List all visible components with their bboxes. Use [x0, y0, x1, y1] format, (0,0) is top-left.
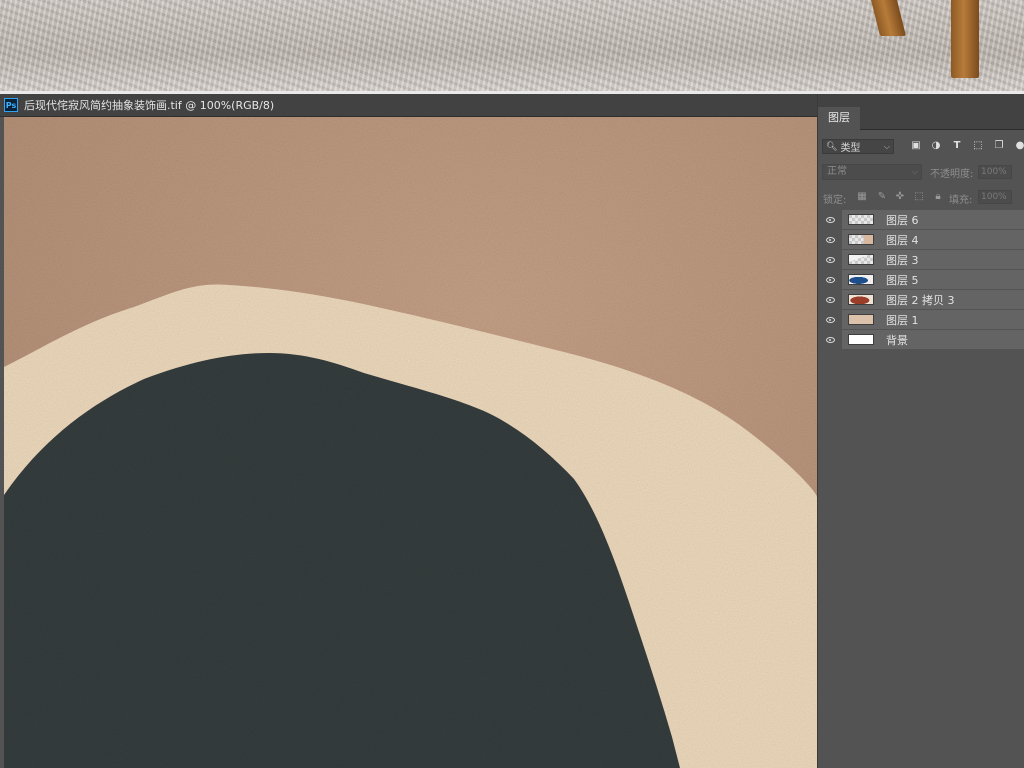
visibility-toggle[interactable] [818, 230, 842, 249]
fill-input[interactable]: 100% [978, 190, 1012, 204]
layer-thumbnail [848, 234, 874, 245]
type-filter-icon[interactable]: T [951, 140, 963, 152]
layer-thumbnail [848, 274, 874, 285]
layer-name: 背景 [886, 333, 908, 347]
visibility-toggle[interactable] [818, 250, 842, 269]
fill-label: 填充: [949, 195, 973, 206]
panel-tab-bar: 图层 [818, 107, 1024, 130]
layer-thumbnail [848, 214, 874, 225]
lock-transparent-icon[interactable]: ▦ [856, 191, 868, 203]
lock-label: 锁定: [823, 195, 847, 206]
blend-mode-select[interactable]: 正常 ⌵ [822, 164, 922, 180]
artwork [4, 117, 817, 768]
layer-thumbnail [848, 254, 874, 265]
panel-header [818, 94, 1024, 107]
lock-artboard-icon[interactable]: ⬚ [913, 191, 925, 203]
opacity-label: 不透明度: [930, 169, 974, 180]
image-filter-icon[interactable]: ▣ [910, 140, 922, 152]
layer-row[interactable]: 图层 2 拷贝 3 [818, 290, 1024, 309]
layer-row[interactable]: 图层 1 [818, 310, 1024, 329]
chevron-down-icon: ⌵ [883, 141, 890, 151]
eye-icon [825, 336, 835, 343]
chair-leg [951, 0, 979, 78]
lock-image-icon[interactable]: ✎ [876, 191, 888, 203]
visibility-toggle[interactable] [818, 290, 842, 309]
layer-row[interactable]: 图层 3 [818, 250, 1024, 269]
visibility-toggle[interactable] [818, 310, 842, 329]
eye-icon [825, 236, 835, 243]
visibility-toggle[interactable] [818, 330, 842, 349]
document-tab-bar: Ps 后现代侘寂风简约抽象装饰画.tif @ 100%(RGB/8) [0, 94, 817, 117]
layer-name: 图层 2 拷贝 3 [886, 293, 955, 307]
eye-icon [825, 216, 835, 223]
chair-leg [870, 0, 906, 36]
layer-name: 图层 5 [886, 273, 919, 287]
layers-panel: 图层 🔍︎ 类型 ⌵ ▣ ◑ T ⬚ ❐ ● 正常 ⌵ 不透明度: 100% 锁… [817, 94, 1024, 768]
layer-thumbnail [848, 294, 874, 305]
eye-icon [825, 296, 835, 303]
layer-thumbnail [848, 334, 874, 345]
visibility-toggle[interactable] [818, 210, 842, 229]
adjustment-filter-icon[interactable]: ◑ [930, 140, 942, 152]
layer-row[interactable]: 图层 6 [818, 210, 1024, 229]
layer-row[interactable]: 背景 [818, 330, 1024, 349]
layer-row[interactable]: 图层 4 [818, 230, 1024, 249]
layer-name: 图层 3 [886, 253, 919, 267]
layer-thumbnail [848, 314, 874, 325]
layer-row[interactable]: 图层 5 [818, 270, 1024, 289]
eye-icon [825, 276, 835, 283]
layer-list: 图层 6 图层 4 图层 3 图层 5 图层 2 拷贝 3 图层 1 背景 [818, 210, 1024, 350]
filter-kind-label: 类型 [840, 143, 861, 154]
preview-photo-carpet [0, 0, 1024, 91]
tab-layers[interactable]: 图层 [818, 107, 860, 130]
layer-name: 图层 4 [886, 233, 919, 247]
layer-name: 图层 6 [886, 213, 919, 227]
search-icon: 🔍︎ [826, 141, 838, 152]
filter-toggle-icon[interactable]: ● [1014, 140, 1024, 152]
opacity-input[interactable]: 100% [978, 165, 1012, 179]
photoshop-icon: Ps [4, 98, 18, 112]
layer-filter-select[interactable]: 🔍︎ 类型 ⌵ [822, 139, 894, 154]
shape-filter-icon[interactable]: ⬚ [972, 140, 984, 152]
eye-icon [825, 256, 835, 263]
eye-icon [825, 316, 835, 323]
lock-all-icon[interactable]: 🔒︎ [932, 191, 944, 203]
document-canvas[interactable] [4, 117, 817, 768]
chevron-down-icon: ⌵ [911, 167, 918, 176]
document-tab-title[interactable]: 后现代侘寂风简约抽象装饰画.tif @ 100%(RGB/8) [24, 97, 274, 113]
layer-name: 图层 1 [886, 313, 919, 327]
smart-object-filter-icon[interactable]: ❐ [993, 140, 1005, 152]
visibility-toggle[interactable] [818, 270, 842, 289]
blend-mode-value: 正常 [827, 166, 847, 177]
lock-position-icon[interactable]: ✜ [894, 191, 906, 203]
